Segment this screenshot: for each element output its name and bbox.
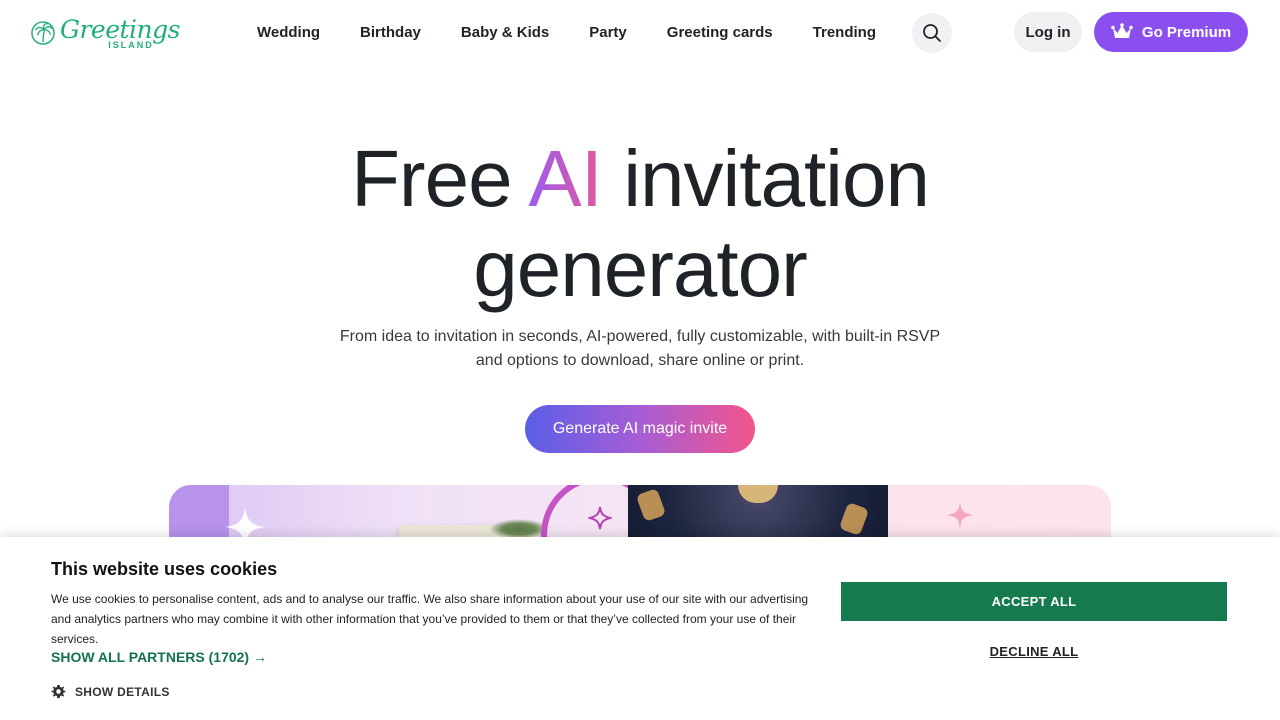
site-header: Greetings ISLAND Wedding Birthday Baby &… bbox=[0, 0, 1280, 70]
show-all-partners-link[interactable]: SHOW ALL PARTNERS (1702) → bbox=[51, 649, 267, 665]
cookie-title: This website uses cookies bbox=[51, 559, 278, 579]
cookie-description: We use cookies to personalise content, a… bbox=[51, 592, 809, 646]
hero-title-post: invitation bbox=[601, 134, 930, 223]
login-button[interactable]: Log in bbox=[1014, 12, 1082, 52]
nav-item-greeting-cards[interactable]: Greeting cards bbox=[667, 24, 773, 41]
champagne-glass-right bbox=[838, 502, 870, 536]
main-nav: Wedding Birthday Baby & Kids Party Greet… bbox=[257, 24, 876, 41]
accept-all-button[interactable]: ACCEPT ALL bbox=[841, 582, 1227, 621]
search-icon bbox=[923, 24, 941, 42]
logo-name: Greetings bbox=[60, 14, 181, 44]
go-premium-button[interactable]: Go Premium bbox=[1094, 12, 1248, 52]
hero-title: Free AI invitation generator bbox=[0, 134, 1280, 314]
nav-item-birthday[interactable]: Birthday bbox=[360, 24, 421, 41]
nav-item-trending[interactable]: Trending bbox=[813, 24, 876, 41]
sparkle-pink-icon bbox=[947, 501, 973, 529]
crown-icon bbox=[1111, 23, 1133, 41]
hero-title-ai: AI bbox=[528, 134, 603, 223]
greetings-island-logo[interactable]: Greetings ISLAND bbox=[30, 10, 181, 56]
champagne-glass-left bbox=[635, 488, 667, 522]
hero-subtitle-line1: From idea to invitation in seconds, AI-p… bbox=[339, 328, 941, 345]
nav-item-baby-kids[interactable]: Baby & Kids bbox=[461, 24, 549, 41]
ribbon-decoration bbox=[738, 485, 778, 503]
decline-all-button[interactable]: DECLINE ALL bbox=[841, 641, 1227, 661]
search-button[interactable] bbox=[912, 13, 952, 53]
gear-icon bbox=[51, 684, 66, 699]
logo-text: Greetings ISLAND bbox=[60, 14, 181, 50]
hero-subtitle: From idea to invitation in seconds, AI-p… bbox=[0, 325, 1280, 373]
nav-item-wedding[interactable]: Wedding bbox=[257, 24, 320, 41]
show-details-label: SHOW DETAILS bbox=[75, 684, 170, 699]
go-premium-label: Go Premium bbox=[1141, 23, 1232, 41]
hero-subtitle-line2: and options to download, share online or… bbox=[475, 352, 805, 369]
decline-all-label: DECLINE ALL bbox=[989, 643, 1079, 659]
cookie-consent-panel: This website uses cookies We use cookies… bbox=[0, 537, 1280, 720]
palm-tree-icon bbox=[31, 21, 55, 45]
generate-ai-invite-button[interactable]: Generate AI magic invite bbox=[525, 405, 755, 453]
nav-item-party[interactable]: Party bbox=[589, 24, 627, 41]
show-details-toggle[interactable]: SHOW DETAILS bbox=[51, 684, 170, 699]
hero-title-line2: generator bbox=[473, 224, 807, 313]
sparkle-outline-icon bbox=[588, 506, 612, 530]
hero-title-pre: Free bbox=[351, 134, 529, 223]
logo-sub: ISLAND bbox=[108, 39, 154, 50]
